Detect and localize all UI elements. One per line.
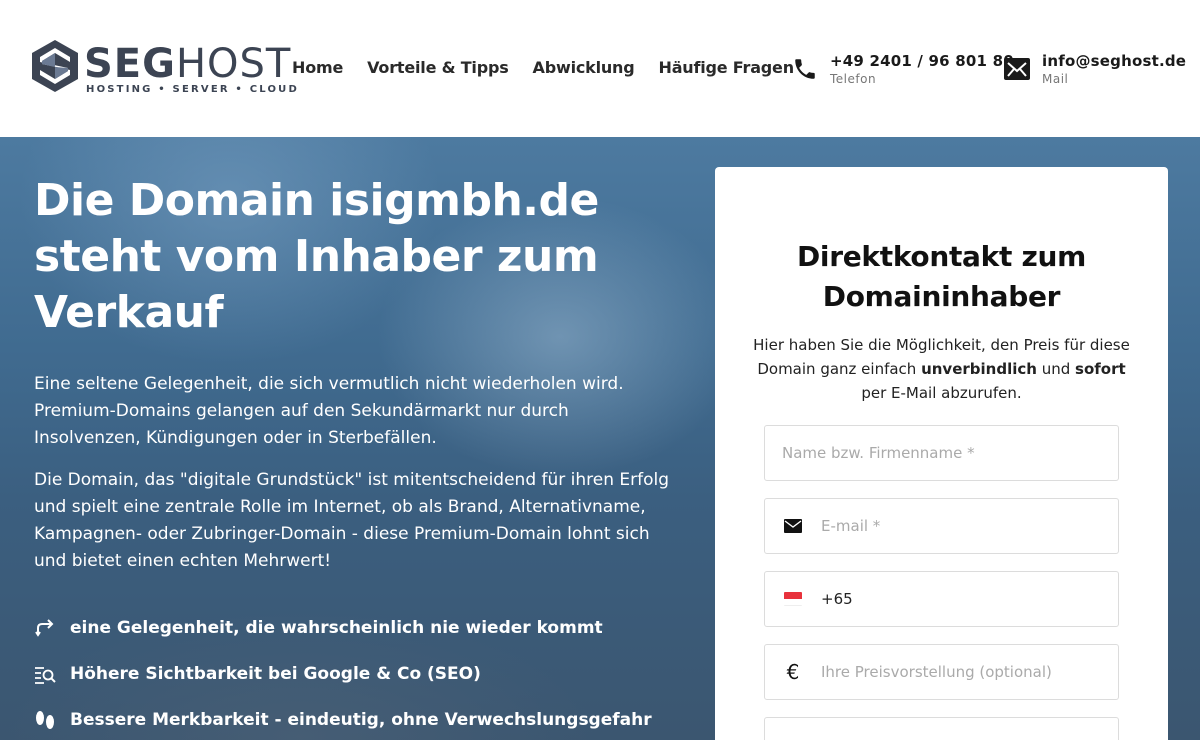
contact-form-card: Direktkontakt zum Domaininhaber Hier hab… [715, 167, 1168, 740]
feature-label: Bessere Merkbarkeit - eindeutig, ohne Ve… [70, 710, 652, 730]
mail-label: Mail [1042, 72, 1069, 86]
feature-label: eine Gelegenheit, die wahrscheinlich nie… [70, 618, 603, 638]
phone-number: +49 2401 / 96 801 80 [830, 52, 1014, 70]
logo-tagline: HOSTING • SERVER • CLOUD [86, 84, 299, 95]
footprints-icon [34, 709, 56, 731]
name-placeholder: Name bzw. Firmenname * [782, 444, 975, 462]
euro-icon: € [786, 660, 800, 684]
price-placeholder: Ihre Preisvorstellung (optional) [821, 663, 1052, 681]
search-list-icon [34, 663, 56, 685]
mail-address: info@seghost.de [1042, 52, 1187, 70]
mail-icon [1004, 58, 1030, 80]
phone-contact[interactable]: +49 2401 / 96 801 80 Telefon [792, 52, 1014, 86]
name-field[interactable]: Name bzw. Firmenname * [764, 425, 1119, 481]
mail-contact[interactable]: info@seghost.de Mail [1004, 52, 1186, 86]
phone-prefix: +65 [821, 590, 853, 608]
seghost-logo[interactable]: SEGHOST HOSTING • SERVER • CLOUD [30, 38, 297, 98]
nav-vorteile-tipps[interactable]: Vorteile & Tipps [367, 58, 509, 77]
hero-title: Die Domain isigmbh.de steht vom Inhaber … [34, 175, 599, 338]
phone-label: Telefon [830, 72, 877, 86]
feature-item: Höhere Sichtbarkeit bei Google & Co (SEO… [34, 663, 481, 685]
logo-wordmark: SEGHOST [84, 41, 292, 87]
arrows-icon [34, 617, 56, 639]
next-field[interactable] [764, 717, 1119, 740]
logo-mark-icon [32, 40, 78, 92]
email-field[interactable]: E-mail * [764, 498, 1119, 554]
nav-abwicklung[interactable]: Abwicklung [533, 58, 635, 77]
hero-paragraph-2: Die Domain, das "digitale Grundstück" is… [34, 470, 670, 571]
feature-item: eine Gelegenheit, die wahrscheinlich nie… [34, 617, 603, 639]
form-title: Direktkontakt zum Domaininhaber [796, 240, 1087, 313]
nav-home[interactable]: Home [292, 58, 343, 77]
nav-haeufige-fragen[interactable]: Häufige Fragen [659, 58, 795, 77]
site-header: SEGHOST HOSTING • SERVER • CLOUD Home Vo… [0, 0, 1200, 137]
feature-label: Höhere Sichtbarkeit bei Google & Co (SEO… [70, 664, 481, 684]
hero-paragraph-1: Eine seltene Gelegenheit, die sich vermu… [34, 374, 624, 448]
envelope-icon [783, 519, 803, 533]
phone-field[interactable]: +65 [764, 571, 1119, 627]
main-nav: Home Vorteile & Tipps Abwicklung Häufige… [292, 58, 818, 77]
price-field[interactable]: € Ihre Preisvorstellung (optional) [764, 644, 1119, 700]
feature-item: Bessere Merkbarkeit - eindeutig, ohne Ve… [34, 709, 652, 731]
phone-icon [795, 59, 815, 79]
form-intro: Hier haben Sie die Möglichkeit, den Prei… [753, 336, 1130, 402]
country-flag-icon[interactable] [783, 592, 803, 606]
email-placeholder: E-mail * [821, 517, 881, 535]
